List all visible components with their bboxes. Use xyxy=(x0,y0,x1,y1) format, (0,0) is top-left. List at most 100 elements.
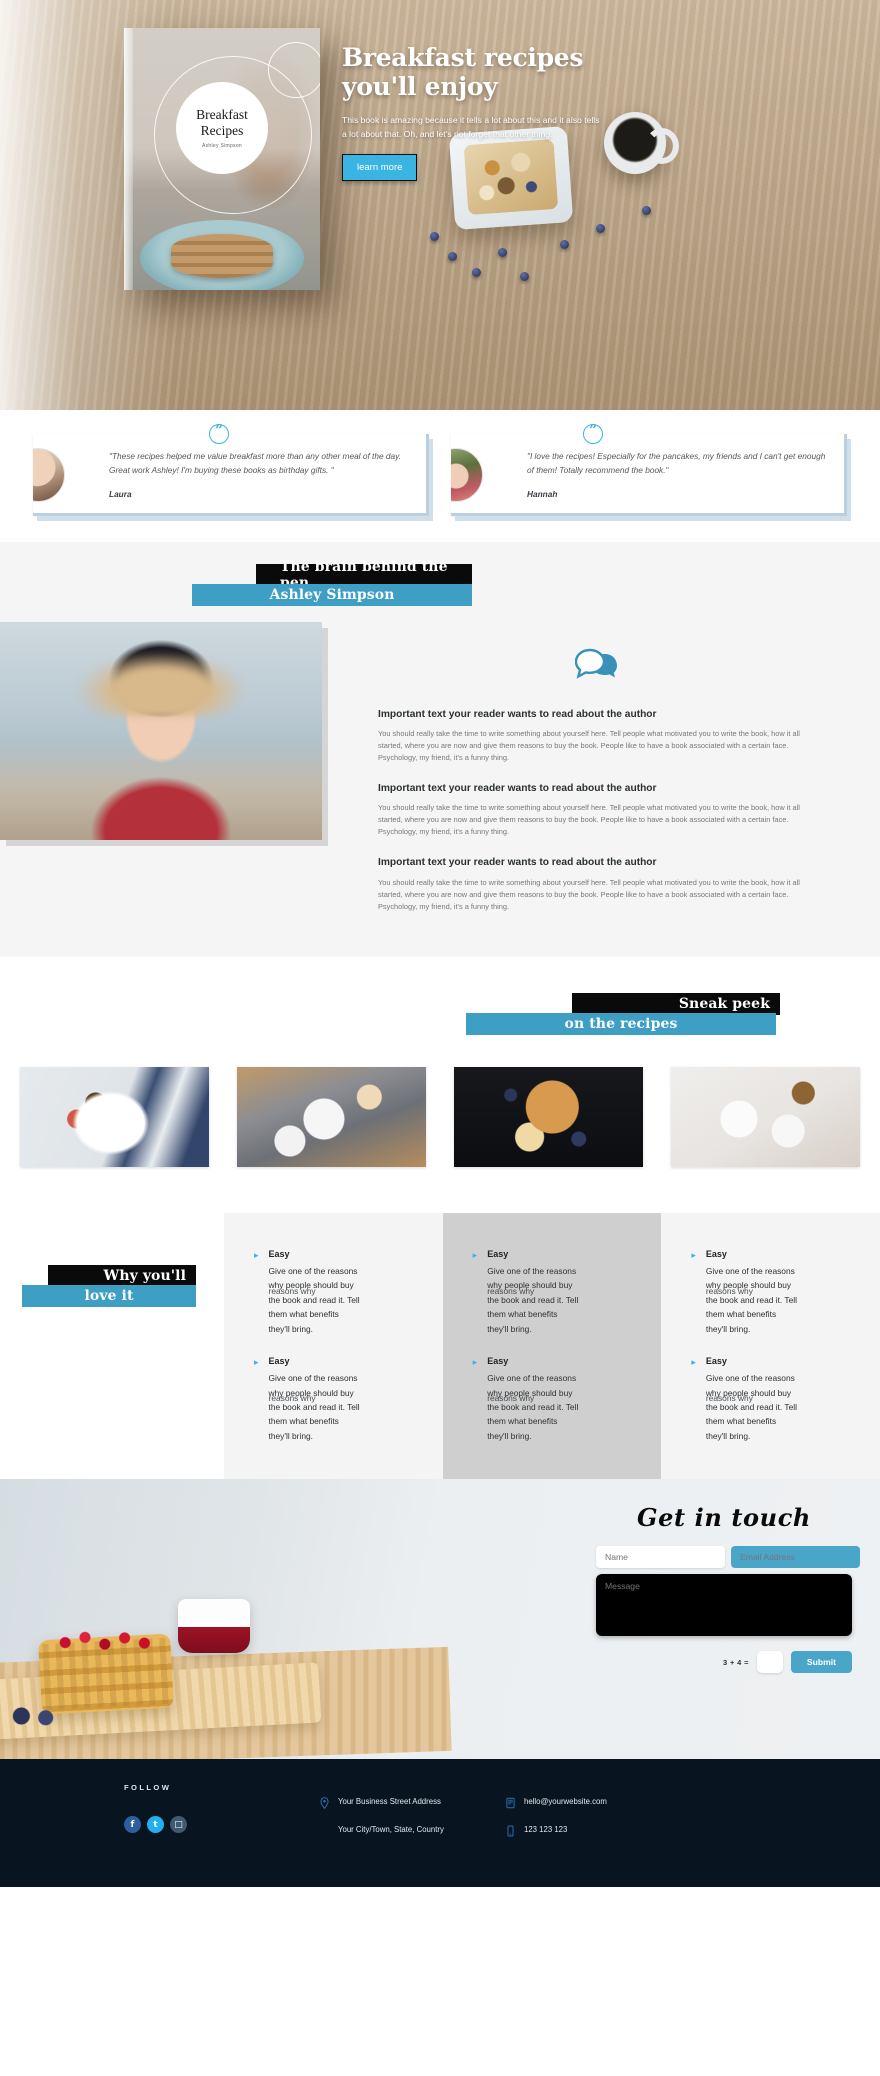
landing-page: Breakfast Recipes Ashley Simpson Breakfa… xyxy=(0,0,880,1888)
footer-address-column: Your Business Street Address Your City/T… xyxy=(320,1783,506,1853)
sneak-peek-heading-blue: on the recipes xyxy=(466,1012,776,1035)
recipe-image[interactable] xyxy=(454,1066,643,1167)
feature-item: ▸ Easy Give one of the reasons why peopl… xyxy=(254,1356,423,1443)
phone-text: 123 123 123 xyxy=(524,1825,568,1835)
blueberry-prop xyxy=(448,252,457,261)
phone-line: 123 123 123 xyxy=(506,1825,607,1837)
feature-body: Give one of the reasons why people shoul… xyxy=(269,1264,361,1336)
phone-icon xyxy=(507,1825,514,1837)
email-line: hello@yourwebsite.com xyxy=(506,1797,607,1809)
quote-icon: ” xyxy=(583,424,603,444)
arrow-right-icon: ▸ xyxy=(254,1357,259,1368)
feature-title: Easy xyxy=(268,1356,290,1367)
address-text: Your Business Street Address xyxy=(338,1797,441,1807)
why-column: ▸ Easy Give one of the reasons why peopl… xyxy=(442,1212,662,1480)
name-input[interactable] xyxy=(596,1546,725,1569)
testimonial-quote: "I love the recipes! Especially for the … xyxy=(527,451,826,475)
sneak-peek-section: Sneak peek on the recipes Why you'll lov… xyxy=(0,956,880,1480)
instagram-icon[interactable]: □ xyxy=(170,1816,187,1834)
social-links: f t □ xyxy=(124,1816,320,1834)
twitter-icon[interactable]: t xyxy=(147,1816,164,1834)
facebook-icon[interactable]: f xyxy=(124,1816,141,1834)
email-input[interactable] xyxy=(731,1546,860,1569)
author-heading-blue: Ashley Simpson xyxy=(192,583,472,606)
testimonial-card: ” "I love the recipes! Especially for th… xyxy=(451,424,847,516)
arrow-right-icon: ▸ xyxy=(254,1249,259,1260)
sneak-peek-heading: Sneak peek on the recipes xyxy=(0,992,880,1035)
author-heading: The brain behind the pen Ashley Simpson xyxy=(0,559,880,606)
author-block-body: You should really take the time to write… xyxy=(378,877,800,911)
map-pin-icon xyxy=(320,1797,329,1810)
feature-title: Easy xyxy=(268,1248,290,1259)
feature-body: Give one of the reasons why people shoul… xyxy=(706,1264,798,1336)
feature-title: Easy xyxy=(487,1356,509,1367)
learn-more-button[interactable]: learn more xyxy=(342,154,418,182)
testimonial-card-body: "These recipes helped me value breakfast… xyxy=(33,434,429,516)
hero-title: Breakfast recipes you'll enjoy xyxy=(342,43,584,101)
feature-item: ▸ Easy Give one of the reasons why peopl… xyxy=(473,1249,642,1336)
author-body: Important text your reader wants to read… xyxy=(0,621,880,913)
recipe-image[interactable] xyxy=(237,1066,426,1167)
book-cover-circle-small xyxy=(268,42,320,98)
blueberry-prop xyxy=(596,224,605,233)
avatar xyxy=(33,448,65,502)
footer: FOLLOW f t □ Your Business Street Addres… xyxy=(0,1759,880,1888)
hero-section: Breakfast Recipes Ashley Simpson Breakfa… xyxy=(0,0,880,410)
author-text-column: Important text your reader wants to read… xyxy=(322,622,880,913)
blueberry-prop xyxy=(520,272,529,281)
address-line-1: Your Business Street Address xyxy=(320,1797,506,1810)
feature-body: Give one of the reasons why people shoul… xyxy=(487,1264,579,1336)
book-spine xyxy=(124,28,133,290)
avatar xyxy=(451,448,483,502)
contact-title: Get in touch xyxy=(637,1503,811,1533)
hero-paragraph: This book is amazing because it tells a … xyxy=(342,115,600,140)
quote-icon: ” xyxy=(209,424,229,444)
arrow-right-icon: ▸ xyxy=(472,1357,478,1368)
testimonial-quote: "These recipes helped me value breakfast… xyxy=(109,451,401,475)
chat-bubble-icon xyxy=(575,648,617,679)
submit-button[interactable]: Submit xyxy=(790,1651,852,1674)
email-text[interactable]: hello@yourwebsite.com xyxy=(524,1797,607,1806)
recipe-image[interactable] xyxy=(20,1066,209,1167)
footer-follow-column: FOLLOW f t □ xyxy=(124,1783,320,1853)
book-author: Ashley Simpson xyxy=(201,143,243,150)
feature-title: Easy xyxy=(487,1248,509,1259)
author-block: Important text your reader wants to read… xyxy=(378,782,818,838)
footer-contact-column: hello@yourwebsite.com 123 123 123 xyxy=(506,1783,607,1853)
contact-form: Get in touch 3 + 4 = Submit xyxy=(596,1503,860,1674)
author-portrait-photo xyxy=(0,621,322,840)
blueberry-prop xyxy=(560,240,569,249)
book-title-line1: Breakfast xyxy=(196,106,248,122)
author-block-body: You should really take the time to write… xyxy=(378,729,800,762)
author-block: Important text your reader wants to read… xyxy=(378,708,818,764)
sneak-peek-heading-black: Sneak peek xyxy=(572,992,780,1015)
why-column: ▸ Easy Give one of the reasons why peopl… xyxy=(224,1212,443,1480)
feature-body: Give one of the reasons why people shoul… xyxy=(706,1371,798,1443)
author-block-title: Important text your reader wants to read… xyxy=(378,708,657,720)
feature-title: Easy xyxy=(705,1356,727,1367)
blueberry-prop xyxy=(642,206,651,215)
waffle-photo xyxy=(0,1479,452,1760)
contact-section: Get in touch 3 + 4 = Submit xyxy=(0,1479,880,1760)
why-love-it-section: Why you'll love it ▸ Easy Give one of th… xyxy=(0,1212,880,1480)
testimonial-card-body: "I love the recipes! Especially for the … xyxy=(451,434,847,516)
testimonial-name: Hannah xyxy=(527,488,558,499)
author-block: Important text your reader wants to read… xyxy=(378,856,818,912)
redcurrant-berries xyxy=(52,1627,162,1654)
message-textarea[interactable] xyxy=(596,1574,852,1637)
author-block-title: Important text your reader wants to read… xyxy=(378,782,657,794)
mail-icon xyxy=(506,1798,515,1809)
feature-item: ▸ Easy Give one of the reasons why peopl… xyxy=(473,1356,642,1443)
book-title-line2: Recipes xyxy=(200,122,244,138)
address-text: Your City/Town, State, Country xyxy=(338,1825,444,1835)
recipe-image[interactable] xyxy=(671,1066,860,1167)
why-column: ▸ Easy Give one of the reasons why peopl… xyxy=(661,1212,880,1480)
captcha-input[interactable] xyxy=(756,1651,783,1674)
contact-row-name-email xyxy=(596,1546,860,1569)
book-cover-pancakes xyxy=(171,234,273,278)
why-heading-black: Why you'll xyxy=(48,1264,196,1287)
recipe-gallery xyxy=(0,1035,880,1167)
address-line-2: Your City/Town, State, Country xyxy=(320,1825,506,1837)
author-section: The brain behind the pen Ashley Simpson … xyxy=(0,541,880,957)
